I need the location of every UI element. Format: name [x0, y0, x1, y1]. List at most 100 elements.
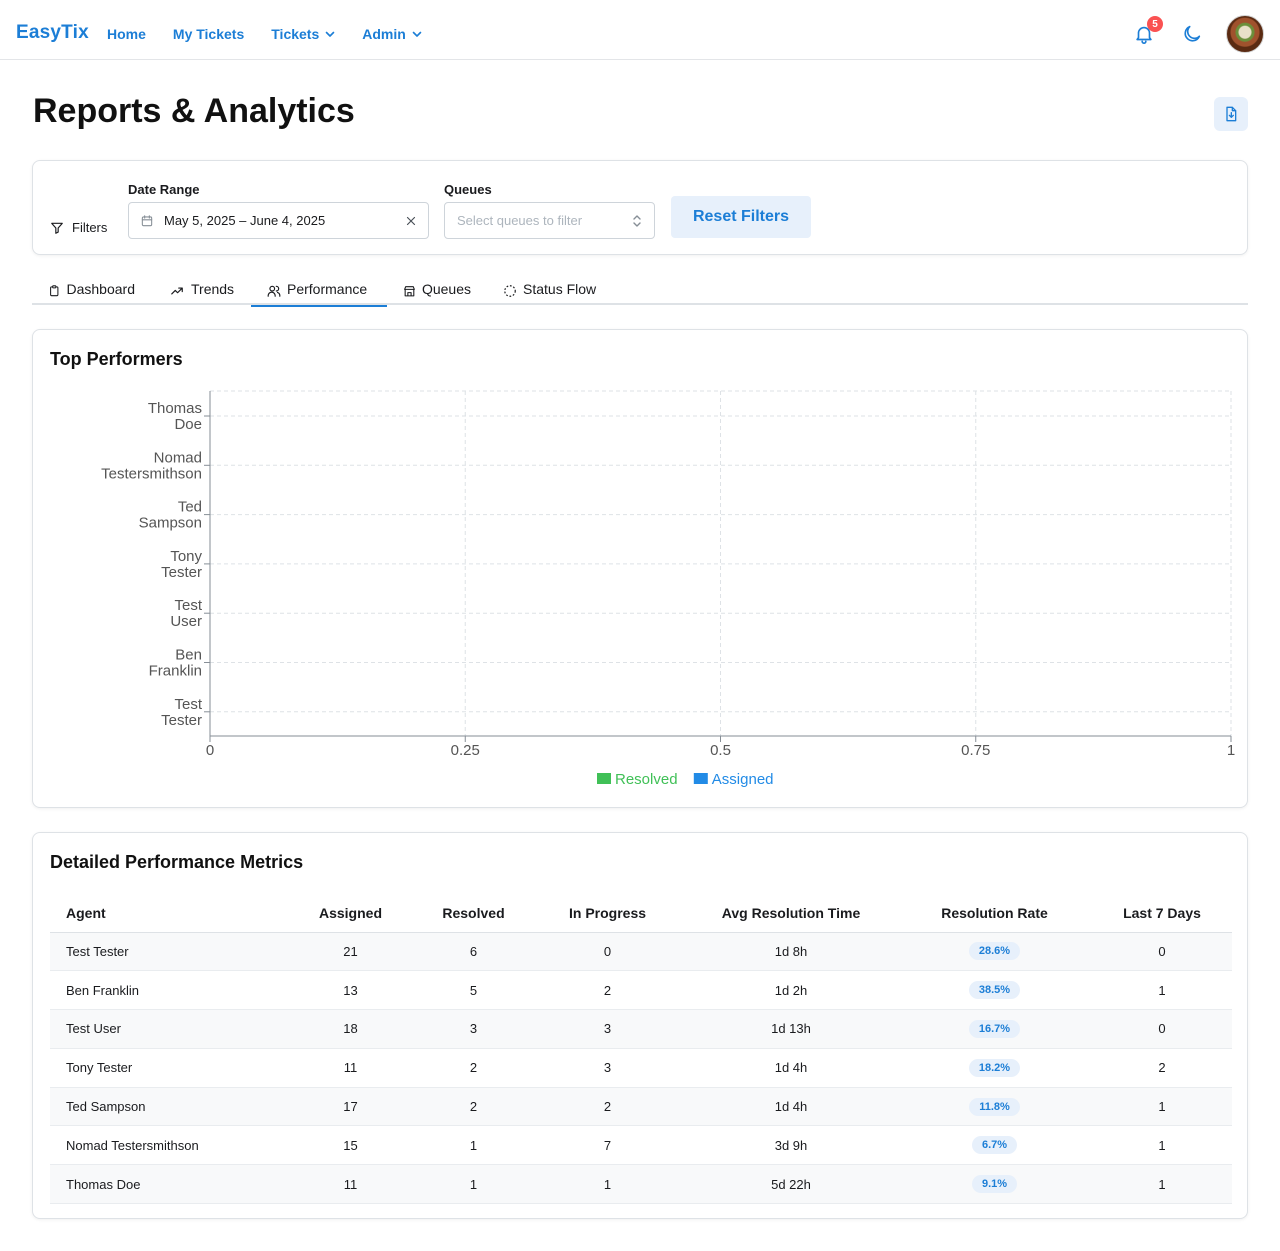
col-agent[interactable]: Agent	[50, 895, 284, 933]
col-avg-resolution-time[interactable]: Avg Resolution Time	[685, 895, 897, 933]
metric-cell: 11	[284, 1164, 417, 1205]
metric-cell: 1d 4h	[685, 1087, 897, 1127]
col-resolved[interactable]: Resolved	[417, 895, 530, 933]
x-tick-label: 0	[206, 742, 214, 759]
legend-swatch	[693, 773, 708, 784]
x-tick-label: 0.5	[710, 742, 731, 759]
y-tick-label: Test	[174, 696, 202, 713]
agent-name-cell: Test Tester	[50, 932, 284, 972]
date-range-picker[interactable]: May 5, 2025 – June 4, 2025	[128, 202, 429, 239]
metric-cell: 6.7%	[897, 1125, 1092, 1166]
chevron-down-icon	[325, 31, 335, 37]
y-tick-label: Doe	[174, 416, 202, 433]
chevron-down-icon	[412, 31, 422, 37]
agent-name-cell: Nomad Testersmithson	[50, 1125, 284, 1166]
agent-name-cell: Thomas Doe	[50, 1164, 284, 1205]
metric-cell: 2	[530, 1087, 685, 1127]
col-in-progress[interactable]: In Progress	[530, 895, 685, 933]
reset-filters-button[interactable]: Reset Filters	[671, 196, 811, 238]
table-row: Ted Sampson 17 2 2 1d 4h 11.8% 1	[50, 1087, 1232, 1127]
table-row: Test User 18 3 3 1d 13h 16.7% 0	[50, 1009, 1232, 1049]
tab-queues[interactable]: Queues	[387, 281, 487, 305]
tab-trends[interactable]: Trends	[153, 281, 251, 305]
table-row: Tony Tester 11 2 3 1d 4h 18.2% 2	[50, 1048, 1232, 1088]
tab-status-flow[interactable]: Status Flow	[487, 281, 613, 305]
calendar-icon	[141, 214, 153, 226]
y-tick-label: Ben	[175, 647, 202, 664]
metric-cell: 11.8%	[897, 1087, 1092, 1127]
col-last-7-days[interactable]: Last 7 Days	[1092, 895, 1232, 933]
trending-up-icon	[171, 287, 183, 295]
nav-tickets-label: Tickets	[271, 26, 320, 42]
theme-toggle-button[interactable]	[1178, 20, 1206, 48]
y-tick-label: Thomas	[148, 400, 202, 417]
notifications-button[interactable]: 5	[1130, 16, 1163, 48]
metric-cell: 13	[284, 970, 417, 1011]
user-avatar[interactable]	[1226, 15, 1264, 53]
metric-cell: 38.5%	[897, 970, 1092, 1011]
tab-dashboard-label: Dashboard	[66, 281, 136, 297]
main-nav: Home My Tickets Tickets Admin	[107, 26, 449, 42]
users-icon	[267, 285, 281, 297]
resolution-rate-badge: 28.6%	[968, 942, 1021, 961]
metric-cell: 0	[530, 932, 685, 972]
nav-tickets[interactable]: Tickets	[271, 26, 335, 42]
y-tick-label: Tester	[161, 712, 202, 729]
tab-queues-label: Queues	[421, 281, 471, 297]
close-icon[interactable]	[404, 214, 418, 228]
y-tick-label: Test	[174, 597, 202, 614]
header-actions: 5	[1130, 15, 1264, 53]
filters-heading: Filters	[50, 220, 107, 235]
metric-cell: 1d 13h	[685, 1009, 897, 1049]
metric-cell: 18	[284, 1009, 417, 1049]
report-tabs: Dashboard Trends Performance Queues Stat…	[32, 278, 1248, 307]
metric-cell: 5d 22h	[685, 1164, 897, 1205]
moon-icon	[1184, 25, 1201, 42]
clipboard-icon	[50, 285, 59, 297]
metric-cell: 1	[417, 1125, 530, 1166]
filters-label: Filters	[72, 220, 108, 235]
resolution-rate-badge: 18.2%	[968, 1058, 1021, 1077]
metric-cell: 0	[1092, 1009, 1232, 1049]
metric-cell: 2	[530, 970, 685, 1011]
metric-cell: 1d 4h	[685, 1048, 897, 1088]
metric-cell: 16.7%	[897, 1009, 1092, 1049]
metric-cell: 3	[530, 1009, 685, 1049]
metric-cell: 1	[1092, 1164, 1232, 1205]
metric-cell: 1	[417, 1164, 530, 1205]
table-row: Thomas Doe 11 1 1 5d 22h 9.1% 1	[50, 1164, 1232, 1205]
metric-cell: 7	[530, 1125, 685, 1166]
x-tick-label: 1	[1227, 742, 1235, 759]
tab-dashboard[interactable]: Dashboard	[32, 281, 151, 305]
y-tick-label: Testersmithson	[101, 465, 202, 482]
queues-placeholder: Select queues to filter	[457, 213, 583, 228]
nav-admin[interactable]: Admin	[362, 26, 422, 42]
date-range-value: May 5, 2025 – June 4, 2025	[164, 213, 326, 228]
tab-performance[interactable]: Performance	[251, 281, 387, 307]
metric-cell: 6	[417, 932, 530, 972]
metric-cell: 1d 8h	[685, 932, 897, 972]
x-tick-label: 0.75	[961, 742, 990, 759]
col-resolution-rate[interactable]: Resolution Rate	[897, 895, 1092, 933]
y-tick-label: Tester	[161, 564, 202, 581]
nav-home[interactable]: Home	[107, 26, 146, 42]
resolution-rate-badge: 11.8%	[969, 1097, 1020, 1116]
export-button[interactable]	[1214, 97, 1248, 131]
tab-performance-label: Performance	[287, 281, 368, 297]
notification-badge: 5	[1147, 16, 1163, 32]
legend-label: Assigned	[712, 771, 774, 788]
resolution-rate-badge: 9.1%	[971, 1175, 1018, 1194]
y-tick-label: Sampson	[139, 515, 202, 532]
nav-my-tickets[interactable]: My Tickets	[173, 26, 244, 42]
filters-card: Filters Date Range May 5, 2025 – June 4,…	[32, 160, 1248, 255]
col-assigned[interactable]: Assigned	[284, 895, 417, 933]
metric-cell: 3	[417, 1009, 530, 1049]
metric-cell: 2	[1092, 1048, 1232, 1088]
nav-admin-label: Admin	[362, 26, 406, 42]
queues-select[interactable]: Select queues to filter	[444, 202, 655, 239]
nav-home-label: Home	[107, 26, 146, 42]
brand-logo[interactable]: EasyTix	[16, 22, 89, 44]
resolution-rate-badge: 16.7%	[968, 1019, 1021, 1038]
agent-name-cell: Ben Franklin	[50, 970, 284, 1011]
metric-cell: 11	[284, 1048, 417, 1088]
